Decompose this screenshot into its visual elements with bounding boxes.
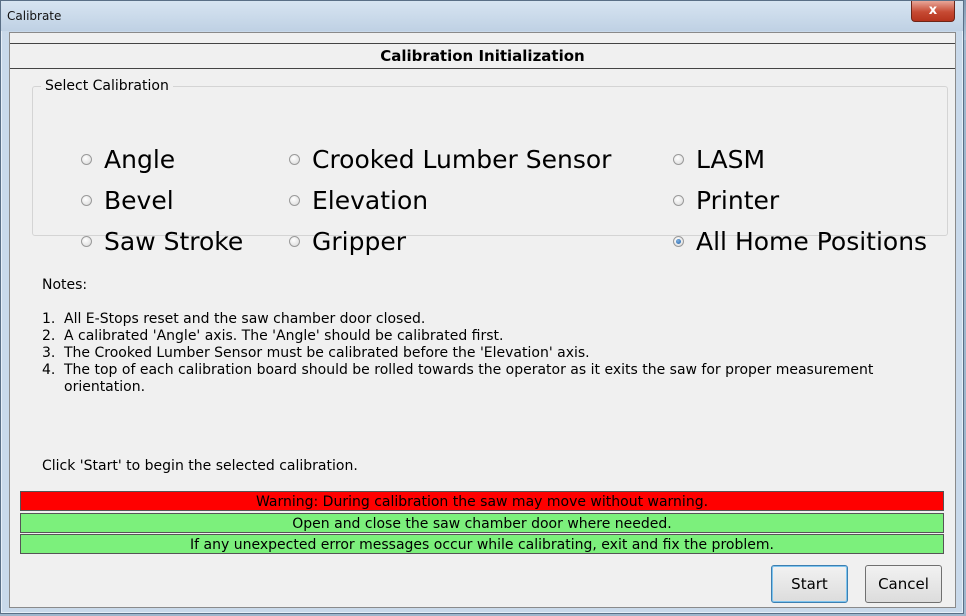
radio-label: Saw Stroke [104, 226, 244, 256]
note-number: 1. [42, 311, 56, 327]
calibration-group: Select Calibration Angle Bevel Saw Strok… [32, 78, 948, 256]
radio-button-icon [289, 153, 300, 165]
warning-banner: Warning: During calibration the saw may … [20, 491, 944, 511]
radio-bevel[interactable]: Bevel [81, 182, 174, 218]
note-number: 3. [42, 345, 56, 361]
list-item: 1. All E-Stops reset and the saw chamber… [42, 311, 932, 328]
info-banner-errors: If any unexpected error messages occur w… [20, 534, 944, 554]
radio-gripper[interactable]: Gripper [289, 223, 406, 259]
radio-label: Bevel [104, 185, 174, 215]
radio-button-icon [81, 194, 92, 206]
radio-crooked-lumber-sensor[interactable]: Crooked Lumber Sensor [289, 141, 611, 177]
note-text: The Crooked Lumber Sensor must be calibr… [64, 345, 590, 361]
list-item: 3. The Crooked Lumber Sensor must be cal… [42, 345, 932, 362]
window-title: Calibrate [7, 9, 62, 23]
radio-lasm[interactable]: LASM [673, 141, 765, 177]
radio-button-icon [289, 235, 300, 247]
notes-title: Notes: [42, 277, 88, 293]
cancel-button[interactable]: Cancel [865, 565, 942, 603]
dialog-body: Calibration Initialization Select Calibr… [9, 32, 956, 608]
radio-label: Crooked Lumber Sensor [312, 144, 612, 174]
close-icon: x [928, 3, 938, 18]
radio-label: Angle [104, 144, 176, 174]
info-banner-door: Open and close the saw chamber door wher… [20, 513, 944, 533]
radio-printer[interactable]: Printer [673, 182, 779, 218]
radio-label: Printer [696, 185, 780, 215]
note-text: All E-Stops reset and the saw chamber do… [64, 311, 426, 327]
radio-button-icon [673, 194, 684, 206]
radio-label: Gripper [312, 226, 406, 256]
radio-button-selected-icon [673, 235, 684, 247]
radio-button-icon [673, 153, 684, 165]
radio-button-icon [81, 235, 92, 247]
note-text: The top of each calibration board should… [64, 362, 874, 395]
instruction-text: Click 'Start' to begin the selected cali… [42, 458, 358, 474]
radio-all-home-positions[interactable]: All Home Positions [673, 223, 927, 259]
group-legend: Select Calibration [41, 78, 173, 94]
note-text: A calibrated 'Angle' axis. The 'Angle' s… [64, 328, 504, 344]
list-item: 4. The top of each calibration board sho… [42, 362, 932, 396]
list-item: 2. A calibrated 'Angle' axis. The 'Angle… [42, 328, 932, 345]
radio-button-icon [289, 194, 300, 206]
radio-label: LASM [696, 144, 766, 174]
radio-elevation[interactable]: Elevation [289, 182, 428, 218]
radio-angle[interactable]: Angle [81, 141, 175, 177]
note-number: 2. [42, 328, 56, 344]
note-number: 4. [42, 362, 56, 378]
radio-button-icon [81, 153, 92, 165]
radio-label: Elevation [312, 185, 429, 215]
page-title: Calibration Initialization [10, 43, 955, 69]
start-button[interactable]: Start [771, 565, 848, 603]
notes-list: 1. All E-Stops reset and the saw chamber… [42, 311, 932, 396]
close-button[interactable]: x [911, 1, 955, 22]
radio-saw-stroke[interactable]: Saw Stroke [81, 223, 243, 259]
title-bar[interactable]: Calibrate x [1, 1, 963, 31]
calibrate-dialog: Calibrate x Calibration Initialization S… [0, 0, 964, 614]
radio-label: All Home Positions [696, 226, 928, 256]
